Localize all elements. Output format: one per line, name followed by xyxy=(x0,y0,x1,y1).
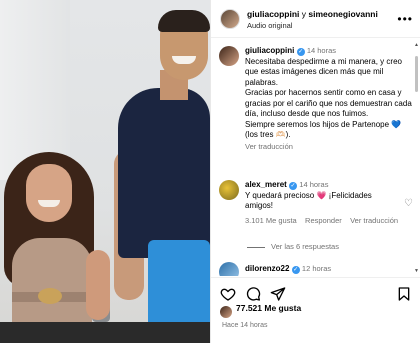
post-header: giuliacoppini y simeonegiovanni Audio or… xyxy=(211,0,420,38)
comment-text: Y quedará precioso 💗 ¡Felicidades amigos… xyxy=(245,190,372,211)
header-usernames: giuliacoppini y simeonegiovanni xyxy=(247,9,378,19)
more-options-icon[interactable]: ••• xyxy=(397,12,413,26)
caption-body: giuliacoppini ✓ 14 horas Necesitaba desp… xyxy=(245,46,413,152)
scroll-up-arrow-icon[interactable]: ▲ xyxy=(414,42,419,48)
post-photo[interactable] xyxy=(0,0,210,343)
man-hair xyxy=(158,10,210,32)
comment-likes[interactable]: 3.101 Me gusta xyxy=(245,216,297,225)
man-polo-shirt xyxy=(118,88,210,258)
comment-avatar[interactable] xyxy=(219,262,239,276)
like-heart-icon[interactable] xyxy=(220,286,236,302)
caption-text-2: Gracias por hacernos sentir como en casa… xyxy=(245,88,412,118)
woman-face xyxy=(26,164,72,222)
table xyxy=(0,322,210,343)
author-avatar[interactable] xyxy=(220,9,240,29)
blue-heart-emoji: 💙 xyxy=(391,119,402,129)
save-bookmark-icon[interactable] xyxy=(396,286,412,302)
belt-buckle xyxy=(38,288,62,304)
share-paper-plane-icon[interactable] xyxy=(270,286,286,302)
verified-badge-icon: ✓ xyxy=(291,266,300,274)
post-date[interactable]: Hace 14 horas xyxy=(222,322,268,329)
comment-body: dilorenzo22 ✓ 12 horas xyxy=(245,264,413,275)
scrollbar-thumb[interactable] xyxy=(415,56,418,92)
comment-username[interactable]: dilorenzo22 xyxy=(245,264,289,273)
man-shorts xyxy=(148,240,210,330)
header-user-2[interactable]: simeonegiovanni xyxy=(308,9,377,19)
woman-arm xyxy=(86,250,110,320)
verified-badge-icon: ✓ xyxy=(296,48,305,56)
comment-body: alex_meret ✓ 14 horas Y quedará precioso… xyxy=(245,180,398,227)
post-likes-count[interactable]: 77.521 Me gusta xyxy=(236,303,301,313)
comment-avatar[interactable] xyxy=(219,180,239,200)
comments-scrollbar[interactable]: ▲ ▼ xyxy=(414,42,419,274)
caption-translate-link[interactable]: Ver traducción xyxy=(245,142,413,153)
pink-heart-emoji: 💗 xyxy=(316,190,327,200)
liker-avatar[interactable] xyxy=(220,306,232,318)
scroll-down-arrow-icon[interactable]: ▼ xyxy=(414,268,419,274)
comment-bubble-icon[interactable] xyxy=(245,286,261,302)
comment-time[interactable]: 14 horas xyxy=(299,180,328,189)
comment-time[interactable]: 12 horas xyxy=(302,264,331,273)
comment-translate-link[interactable]: Ver traducción xyxy=(350,216,398,225)
caption-text-1: Necesitaba despedirme a mi manera, y cre… xyxy=(245,56,402,87)
woman-smile xyxy=(38,200,60,207)
comments-list: giuliacoppini ✓ 14 horas Necesitaba desp… xyxy=(211,40,420,276)
woman-top xyxy=(12,238,92,328)
audio-label[interactable]: Audio original xyxy=(247,21,292,30)
caption-text-3: Siempre seremos los hijos de Partenope 💙… xyxy=(245,119,402,140)
comment-meta: 3.101 Me gusta Responder Ver traducción xyxy=(245,216,398,227)
header-user-1[interactable]: giuliacoppini xyxy=(247,9,299,19)
comment-like-heart-icon[interactable]: ♡ xyxy=(404,198,413,209)
comment-reply-button[interactable]: Responder xyxy=(305,216,342,225)
caption-username[interactable]: giuliacoppini xyxy=(245,46,294,55)
view-replies-link[interactable]: Ver las 6 respuestas xyxy=(247,242,339,251)
verified-badge-icon: ✓ xyxy=(289,182,298,190)
caption-avatar[interactable] xyxy=(219,46,239,66)
caption-time[interactable]: 14 horas xyxy=(307,46,336,55)
comment-username[interactable]: alex_meret xyxy=(245,180,287,189)
post-side-panel: giuliacoppini y simeonegiovanni Audio or… xyxy=(210,0,420,343)
replies-divider xyxy=(247,246,265,248)
